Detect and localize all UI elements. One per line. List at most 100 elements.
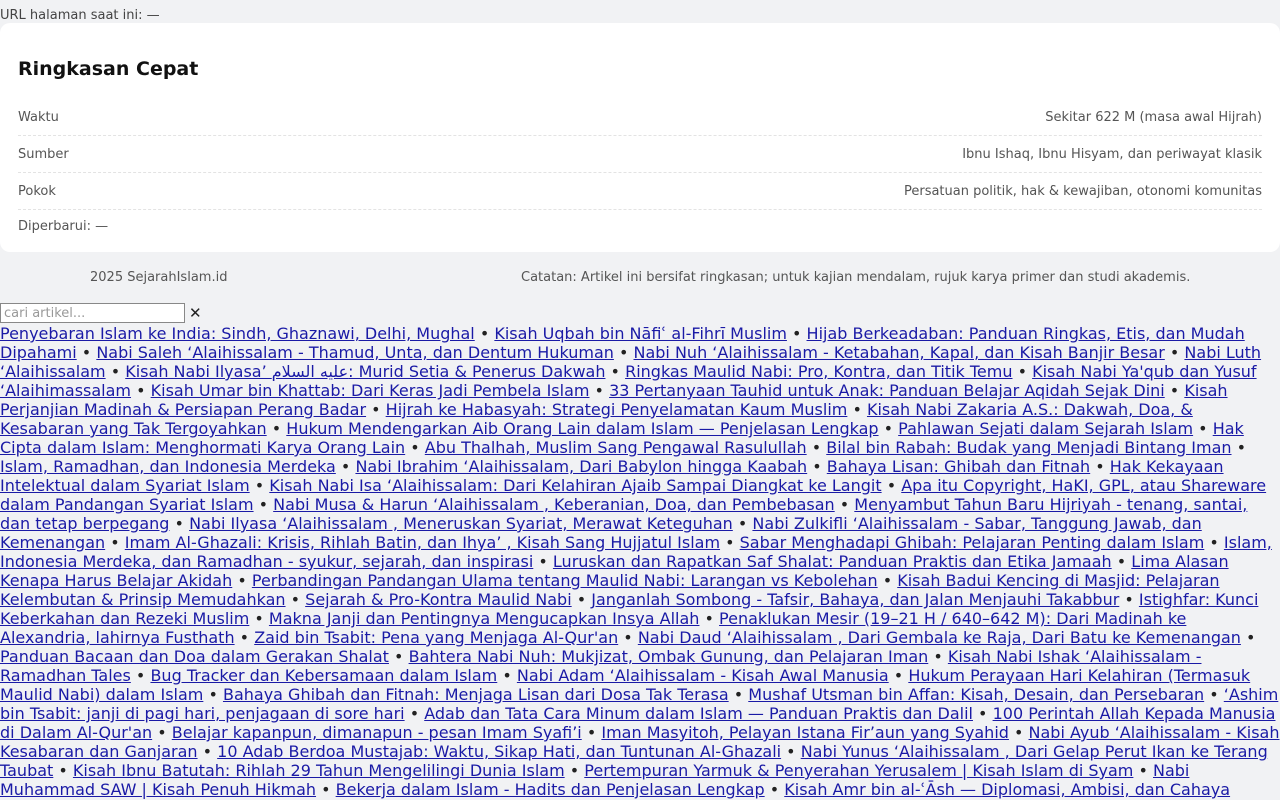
link-separator: • [105, 533, 125, 552]
article-link[interactable]: Bahtera Nabi Nuh: Mukjizat, Ombak Gunung… [409, 647, 929, 666]
link-separator: • [76, 343, 97, 362]
link-separator: • [232, 571, 252, 590]
clear-search-button[interactable]: ✕ [185, 304, 206, 322]
link-separator: • [203, 685, 223, 704]
summary-row-value: Sekitar 622 M (masa awal Hijrah) [1045, 109, 1262, 125]
article-link-list: Penyebaran Islam ke India: Sindh, Ghazna… [0, 324, 1280, 799]
article-link[interactable]: Islam, Ramadhan, dan Indonesia Merdeka [0, 457, 336, 476]
link-separator: • [1111, 552, 1132, 571]
article-link[interactable]: 33 Pertanyaan Tauhid untuk Anak: Panduan… [609, 381, 1165, 400]
article-link[interactable]: Imam Al-Ghazali: Krisis, Rihlah Batin, d… [125, 533, 720, 552]
link-separator: • [699, 609, 720, 628]
article-link[interactable]: Luruskan dan Rapatkan Saf Shalat: Pandua… [553, 552, 1112, 571]
link-separator: • [533, 552, 553, 571]
link-separator: • [1008, 723, 1029, 742]
link-separator: • [266, 419, 287, 438]
summary-row-waktu: Waktu Sekitar 622 M (masa awal Hijrah) [18, 99, 1262, 136]
article-link[interactable]: Nabi Daud ‘Alaihissalam , Dari Gembala k… [638, 628, 1241, 647]
link-separator: • [253, 495, 274, 514]
article-link[interactable]: Janganlah Sombong - Tafsir, Bahaya, dan … [591, 590, 1119, 609]
article-link[interactable]: Nabi Adam ‘Alaihissalam - Kisah Awal Man… [517, 666, 889, 685]
link-separator: • [131, 381, 151, 400]
current-url-label: URL halaman saat ini: — [0, 8, 160, 23]
link-separator: • [1090, 457, 1110, 476]
article-link[interactable]: Kisah Uqbah bin Nāfiʿ al-Fihrī Muslim [494, 324, 787, 343]
link-separator: • [366, 400, 386, 419]
link-separator: • [878, 419, 899, 438]
link-separator: • [1164, 343, 1185, 362]
link-separator: • [1119, 590, 1139, 609]
article-link[interactable]: Pahlawan Sejati dalam Sejarah Islam [898, 419, 1193, 438]
quick-summary-card: Ringkasan Cepat Waktu Sekitar 622 M (mas… [0, 23, 1280, 252]
article-link[interactable]: Nabi Nuh ‘Alaihissalam - Ketabahan, Kapa… [634, 343, 1165, 362]
article-link[interactable]: Zaid bin Tsabit: Pena yang Menjaga Al-Qu… [254, 628, 618, 647]
link-separator: • [1204, 533, 1224, 552]
article-link[interactable]: Belajar kapanpun, dimanapun - pesan Imam… [172, 723, 582, 742]
link-separator: • [888, 666, 909, 685]
link-separator: • [169, 514, 190, 533]
search-input[interactable] [0, 303, 185, 323]
article-link[interactable]: Kisah Ibnu Batutah: Rihlah 29 Tahun Meng… [73, 761, 565, 780]
article-link[interactable]: Ringkas Maulid Nabi: Pro, Kontra, dan Ti… [625, 362, 1012, 381]
article-link[interactable]: Nabi Ibrahim ‘Alaihissalam, Dari Babylon… [355, 457, 807, 476]
link-separator: • [781, 742, 801, 761]
updated-label: Diperbarui: — [18, 219, 109, 234]
link-separator: • [1133, 761, 1153, 780]
link-separator: • [285, 590, 306, 609]
article-link[interactable]: Kisah Amr bin al-ʿĀsh — Diplomasi, Ambis… [784, 780, 1230, 799]
link-separator: • [764, 780, 785, 799]
article-link[interactable]: Kisah Umar bin Khattab: Dari Keras Jadi … [151, 381, 590, 400]
link-separator: • [581, 723, 602, 742]
article-link[interactable]: Hukum Mendengarkan Aib Orang Lain dalam … [286, 419, 878, 438]
summary-row-value: Persatuan politik, hak & kewajiban, oton… [903, 183, 1262, 199]
article-link[interactable]: Hijrah ke Habasyah: Strategi Penyelamata… [386, 400, 848, 419]
link-separator: • [972, 704, 993, 723]
summary-rows: Waktu Sekitar 622 M (masa awal Hijrah) S… [18, 99, 1262, 210]
article-link[interactable]: Makna Janji dan Pentingnya Mengucapkan I… [269, 609, 700, 628]
link-separator: • [152, 723, 172, 742]
summary-row-pokok: Pokok Persatuan politik, hak & kewajiban… [18, 173, 1262, 210]
article-link[interactable]: 10 Adab Berdoa Mustajab: Waktu, Sikap Ha… [217, 742, 781, 761]
summary-row-label: Pokok [18, 183, 56, 199]
article-link[interactable]: Bilal bin Rabah: Budak yang Menjadi Bint… [826, 438, 1231, 457]
article-link[interactable]: Bahaya Ghibah dan Fitnah: Menjaga Lisan … [223, 685, 729, 704]
link-separator: • [720, 533, 740, 552]
article-link[interactable]: Mushaf Utsman bin Affan: Kisah, Desain, … [748, 685, 1204, 704]
article-link[interactable]: Nabi Ilyasa ‘Alaihissalam , Meneruskan S… [189, 514, 733, 533]
article-link[interactable]: Perbandingan Pandangan Ulama tentang Mau… [252, 571, 878, 590]
footer-note: Catatan: Artikel ini bersifat ringkasan;… [521, 270, 1191, 285]
link-separator: • [786, 324, 807, 343]
article-link[interactable]: Pertempuran Yarmuk & Penyerahan Yerusale… [584, 761, 1133, 780]
link-separator: • [847, 400, 867, 419]
article-link[interactable]: Kisah Nabi Isa ‘Alaihissalam: Dari Kelah… [269, 476, 881, 495]
article-link[interactable]: Sejarah & Pro-Kontra Maulid Nabi [305, 590, 572, 609]
article-link[interactable]: Iman Masyitoh, Pelayan Istana Fir’aun ya… [601, 723, 1009, 742]
article-link[interactable]: Penyebaran Islam ke India: Sindh, Ghazna… [0, 324, 475, 343]
article-link[interactable]: Nabi Musa & Harun ‘Alaihissalam , Kebera… [273, 495, 835, 514]
article-link[interactable]: Panduan Bacaan dan Doa dalam Gerakan Sha… [0, 647, 389, 666]
link-separator: • [618, 628, 638, 647]
link-separator: • [197, 742, 218, 761]
link-separator: • [1240, 628, 1256, 647]
article-search: ✕ [0, 303, 206, 323]
article-link[interactable]: Abu Thalhah, Muslim Sang Pengawal Rasulu… [425, 438, 807, 457]
summary-title: Ringkasan Cepat [18, 58, 199, 80]
article-link[interactable]: Adab dan Tata Cara Minum dalam Islam — P… [424, 704, 973, 723]
link-separator: • [881, 476, 902, 495]
link-separator: • [1204, 685, 1224, 704]
link-separator: • [1012, 362, 1033, 381]
article-link[interactable]: Sabar Menghadapi Ghibah: Pelajaran Penti… [740, 533, 1205, 552]
link-separator: • [249, 476, 270, 495]
link-separator: • [589, 381, 610, 400]
summary-row-label: Sumber [18, 146, 69, 162]
article-link[interactable]: Nabi Saleh ‘Alaihissalam - Thamud, Unta,… [96, 343, 614, 362]
article-link[interactable]: Bekerja dalam Islam - Hadits dan Penjela… [336, 780, 765, 799]
article-link[interactable]: Bug Tracker dan Kebersamaan dalam Islam [150, 666, 497, 685]
article-link[interactable]: Bahaya Lisan: Ghibah dan Fitnah [827, 457, 1090, 476]
article-link[interactable]: Kisah Nabi Ilyasa’ عليه السلام: Murid Se… [125, 362, 605, 381]
link-separator: • [613, 343, 634, 362]
link-separator: • [388, 647, 409, 666]
link-separator: • [105, 362, 126, 381]
link-separator: • [807, 457, 827, 476]
link-separator: • [53, 761, 73, 780]
